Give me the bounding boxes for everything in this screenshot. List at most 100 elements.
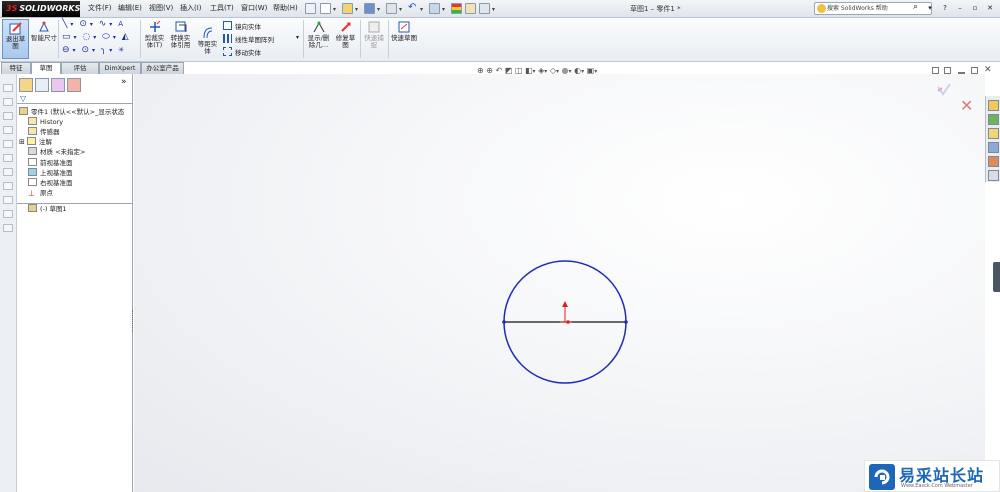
sketch-entity-icon[interactable] [3,182,13,190]
chevron-down-icon[interactable]: ▾ [109,21,112,28]
point-icon[interactable]: ✳ [118,46,124,54]
chevron-down-icon[interactable]: ▾ [581,68,584,75]
rapid-snaps-button[interactable]: 快速捕捉 [362,19,386,59]
previous-view-icon[interactable]: ↶ [496,66,503,75]
ellipse-icon[interactable]: ⬭ [102,32,110,42]
view-orientation-icon[interactable]: ◧ [525,66,533,75]
rapid-sketch-button[interactable]: 快速草图 [391,19,417,59]
chevron-down-icon[interactable]: ▾ [333,6,336,13]
zoom-area-icon[interactable]: ⊕ [486,66,493,75]
chevron-down-icon[interactable]: ▾ [569,68,572,75]
open-folder-icon[interactable] [342,3,353,14]
linear-pattern-button[interactable]: 线性草图阵列 [223,34,274,44]
viewport-tile-icon[interactable] [932,67,939,74]
chevron-down-icon[interactable]: ▾ [377,6,380,13]
sketch-entity-icon[interactable] [3,154,13,162]
design-library-icon[interactable] [988,114,999,125]
minimize-button[interactable]: – [955,3,965,13]
chevron-down-icon[interactable]: ▾ [420,6,423,13]
tree-item-history[interactable]: History [28,117,63,127]
convert-entities-button[interactable]: 转换实体引用 [168,19,193,59]
chevron-down-icon[interactable]: ▾ [109,47,112,54]
menu-view[interactable]: 视图(V) [149,3,173,13]
viewport-maximize-icon[interactable] [971,67,978,74]
move-entities-button[interactable]: 移动实体 [223,47,261,57]
chevron-down-icon[interactable]: ▾ [556,68,559,75]
pin-icon[interactable] [305,3,316,14]
repair-sketch-button[interactable]: 修复草图 [333,19,358,59]
smart-dimension-button[interactable]: 智能尺寸 [31,19,57,59]
offset-entities-button[interactable]: 等距实体 [195,25,220,65]
file-explorer-icon[interactable] [988,128,999,139]
sketch-entity-icon[interactable] [3,98,13,106]
close-button[interactable]: ✕ [985,3,995,13]
arc-icon[interactable]: ◌ [82,32,90,42]
task-pane-grip[interactable] [993,262,1000,292]
filter-icon[interactable]: ▽ [20,94,26,103]
apply-scene-icon[interactable]: ◐ [574,66,581,75]
chevron-down-icon[interactable]: ▾ [355,6,358,13]
appearances-icon[interactable] [988,156,999,167]
menu-file[interactable]: 文件(F) [88,3,112,13]
undo-icon[interactable]: ↶ [408,3,419,14]
select-pointer-icon[interactable] [429,3,440,14]
tree-item-sketch1[interactable]: (-) 草图1 [28,204,67,214]
tree-item-origin[interactable]: ⊥ 原点 [28,188,53,198]
custom-properties-icon[interactable] [988,170,999,181]
polygon-icon[interactable]: ⊙ [81,45,89,55]
cancel-sketch-icon[interactable]: ✕ [960,98,973,114]
chevron-down-icon[interactable]: ▾ [442,6,445,13]
sketch-entity-icon[interactable] [3,210,13,218]
sketch-entity-icon[interactable] [3,168,13,176]
text-icon[interactable]: A [118,20,123,28]
chevron-down-icon[interactable]: ▾ [544,68,547,75]
configuration-manager-tab-icon[interactable] [51,78,65,92]
print-icon[interactable] [386,3,397,14]
chevron-down-icon[interactable]: ▾ [533,68,536,75]
solidworks-resources-icon[interactable] [988,100,999,111]
menu-edit[interactable]: 编辑(E) [118,3,142,13]
chevron-down-icon[interactable]: ▾ [399,6,402,13]
sketch-entity-icon[interactable] [3,112,13,120]
menu-insert[interactable]: 插入(I) [180,3,202,13]
endpoint-right[interactable] [624,320,628,324]
slot-icon[interactable]: ⊖ [62,45,70,55]
restore-button[interactable]: ▫ [970,3,980,13]
graphics-area[interactable]: ✕ [134,74,985,492]
feature-tree-tab-icon[interactable] [19,78,33,92]
viewport-minimize-icon[interactable] [958,67,965,74]
search-dropdown-icon[interactable]: ▾ [925,3,935,13]
tree-item-right-plane[interactable]: 右视基准面 [28,178,73,188]
sketch-entity-icon[interactable] [3,126,13,134]
chevron-down-icon[interactable]: ▾ [113,34,116,41]
dynamic-annotation-icon[interactable]: ◫ [515,66,523,75]
tree-item-sensors[interactable]: 传感器 [28,127,60,137]
sketch-entity-icon[interactable] [3,84,13,92]
menu-window[interactable]: 窗口(W) [241,3,267,13]
tab-features[interactable]: 特征 [1,62,31,74]
sketch-entity-icon[interactable] [3,196,13,204]
tree-item-front-plane[interactable]: 前视基准面 [28,158,73,168]
mirror-entities-button[interactable]: 镜向实体 [223,21,261,31]
sketch-entity-icon[interactable] [3,140,13,148]
new-document-icon[interactable] [320,3,331,14]
chevron-down-icon[interactable]: ▾ [492,6,495,13]
chevron-down-icon[interactable]: ▾ [73,47,76,54]
fillet-icon[interactable]: ╮ [101,45,106,55]
options-icon[interactable] [479,3,490,14]
chevron-down-icon[interactable]: ▾ [93,34,96,41]
view-palette-icon[interactable] [988,142,999,153]
tree-item-annotations[interactable]: ⊞ 注解 [19,137,52,147]
tab-evaluate[interactable]: 评估 [61,62,99,74]
display-manager-tab-icon[interactable] [67,78,81,92]
tab-dimxpert[interactable]: DimXpert [99,62,141,74]
plane-icon[interactable]: ◭ [122,32,129,42]
sketch-entity-icon[interactable] [3,224,13,232]
spline-icon[interactable]: ∿ [99,19,107,29]
viewport-close-icon[interactable]: ✕ [984,65,992,75]
display-delete-relations-button[interactable]: 显示/删除几… [306,19,331,59]
search-icon[interactable]: ⌕ [913,2,918,12]
chevron-down-icon[interactable]: ▾ [92,47,95,54]
property-manager-tab-icon[interactable] [35,78,49,92]
file-properties-icon[interactable] [465,3,476,14]
